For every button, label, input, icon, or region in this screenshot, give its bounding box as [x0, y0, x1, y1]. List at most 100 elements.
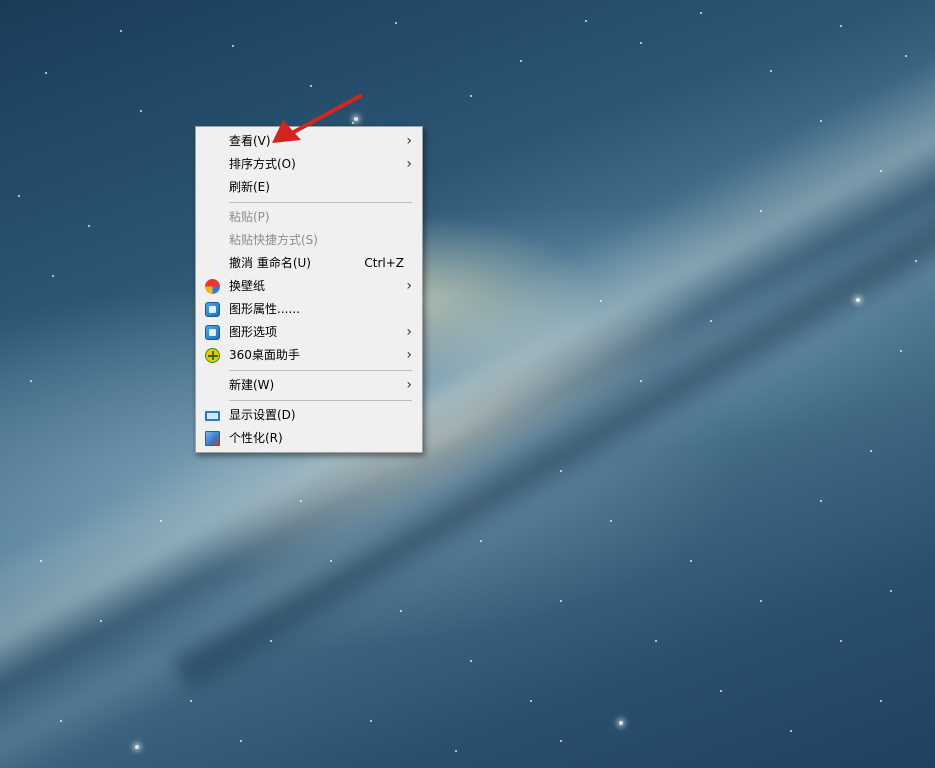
- star: [905, 55, 907, 57]
- menu-item-label: 刷新(E): [229, 180, 270, 194]
- chevron-right-icon: ›: [406, 278, 412, 294]
- menu-item-shortcut: Ctrl+Z: [364, 256, 404, 270]
- star: [915, 260, 917, 262]
- star: [560, 600, 562, 602]
- star: [790, 730, 792, 732]
- star: [600, 300, 602, 302]
- menu-item-label: 新建(W): [229, 378, 275, 392]
- menu-item-label: 图形属性......: [229, 302, 300, 316]
- star: [760, 210, 762, 212]
- star: [520, 60, 522, 62]
- star: [820, 120, 822, 122]
- star: [100, 620, 102, 622]
- star: [880, 700, 882, 702]
- desktop-context-menu: 查看(V) › 排序方式(O) › 刷新(E) 粘贴(P) 粘贴快捷方式(S) …: [195, 126, 423, 453]
- star: [135, 745, 139, 749]
- menu-item-view[interactable]: 查看(V) ›: [196, 130, 422, 153]
- chevron-right-icon: ›: [406, 156, 412, 172]
- menu-item-graphics-properties[interactable]: 图形属性......: [196, 298, 422, 321]
- menu-item-label: 排序方式(O): [229, 157, 296, 171]
- chevron-right-icon: ›: [406, 133, 412, 149]
- star: [856, 298, 860, 302]
- star: [640, 42, 642, 44]
- galaxy-band: [0, 18, 935, 768]
- star: [585, 20, 587, 22]
- star: [560, 740, 562, 742]
- menu-separator: [229, 400, 412, 401]
- star: [890, 590, 892, 592]
- star: [820, 500, 822, 502]
- menu-item-label: 撤消 重命名(U): [229, 256, 311, 270]
- star: [352, 122, 354, 124]
- star: [270, 640, 272, 642]
- star: [700, 12, 702, 14]
- star: [30, 380, 32, 382]
- menu-separator: [229, 370, 412, 371]
- menu-item-personalize[interactable]: 个性化(R): [196, 427, 422, 450]
- star: [470, 95, 472, 97]
- star: [900, 350, 902, 352]
- star: [395, 22, 397, 24]
- star: [52, 275, 54, 277]
- menu-item-refresh[interactable]: 刷新(E): [196, 176, 422, 199]
- menu-item-display-settings[interactable]: 显示设置(D): [196, 404, 422, 427]
- menu-item-paste: 粘贴(P): [196, 206, 422, 229]
- star: [840, 640, 842, 642]
- star: [690, 560, 692, 562]
- star: [770, 70, 772, 72]
- desktop-wallpaper[interactable]: [0, 0, 935, 768]
- menu-item-360-desktop-assistant[interactable]: 360桌面助手 ›: [196, 344, 422, 367]
- star: [160, 520, 162, 522]
- star: [470, 660, 472, 662]
- star: [60, 720, 62, 722]
- menu-separator: [229, 202, 412, 203]
- menu-item-label: 粘贴(P): [229, 210, 270, 224]
- star: [720, 690, 722, 692]
- star: [870, 450, 872, 452]
- star: [710, 320, 712, 322]
- star: [310, 85, 312, 87]
- menu-item-label: 360桌面助手: [229, 348, 300, 362]
- menu-item-new[interactable]: 新建(W) ›: [196, 374, 422, 397]
- menu-item-label: 显示设置(D): [229, 408, 296, 422]
- star: [619, 721, 623, 725]
- graphics-icon: [205, 325, 220, 340]
- star: [655, 640, 657, 642]
- star: [354, 117, 358, 121]
- star: [530, 700, 532, 702]
- menu-item-label: 查看(V): [229, 134, 271, 148]
- menu-item-paste-shortcut: 粘贴快捷方式(S): [196, 229, 422, 252]
- star: [232, 45, 234, 47]
- wallpaper-icon: [205, 279, 220, 294]
- graphics-icon: [205, 302, 220, 317]
- star: [18, 195, 20, 197]
- 360-plus-icon: [205, 348, 220, 363]
- menu-item-change-wallpaper[interactable]: 换壁纸 ›: [196, 275, 422, 298]
- menu-item-label: 换壁纸: [229, 279, 266, 293]
- star: [840, 25, 842, 27]
- menu-item-graphics-options[interactable]: 图形选项 ›: [196, 321, 422, 344]
- star: [140, 110, 142, 112]
- star: [330, 560, 332, 562]
- star: [240, 740, 242, 742]
- star: [190, 700, 192, 702]
- chevron-right-icon: ›: [406, 324, 412, 340]
- star: [880, 170, 882, 172]
- star: [370, 720, 372, 722]
- star: [40, 560, 42, 562]
- star: [455, 750, 457, 752]
- personalize-icon: [205, 431, 220, 446]
- menu-item-sort-by[interactable]: 排序方式(O) ›: [196, 153, 422, 176]
- star: [610, 520, 612, 522]
- menu-item-label: 图形选项: [229, 325, 278, 339]
- display-icon: [205, 411, 220, 421]
- menu-item-undo-rename[interactable]: 撤消 重命名(U) Ctrl+Z: [196, 252, 422, 275]
- star: [300, 500, 302, 502]
- menu-item-label: 个性化(R): [229, 431, 283, 445]
- chevron-right-icon: ›: [406, 377, 412, 393]
- star: [120, 30, 122, 32]
- star: [560, 470, 562, 472]
- star: [640, 380, 642, 382]
- chevron-right-icon: ›: [406, 347, 412, 363]
- star: [88, 225, 90, 227]
